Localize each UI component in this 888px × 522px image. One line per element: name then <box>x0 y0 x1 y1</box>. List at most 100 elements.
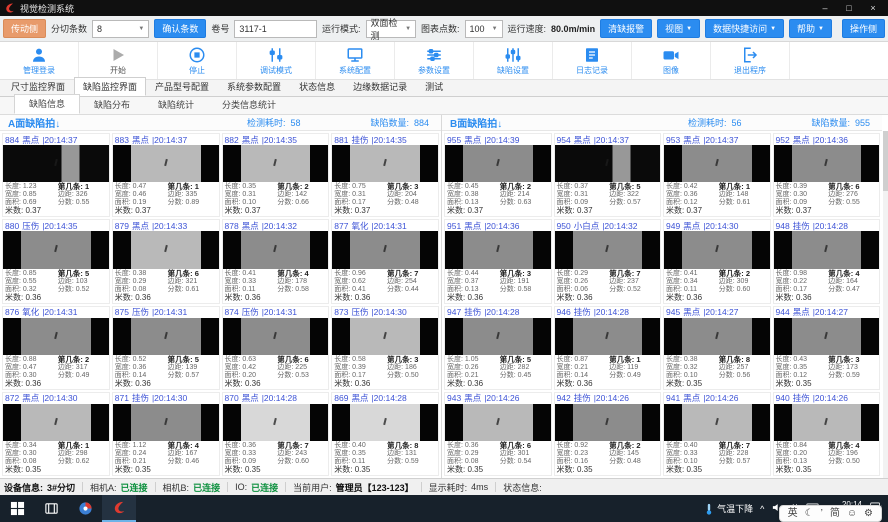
chart-points-select[interactable]: 100▼ <box>465 20 503 38</box>
defect-image[interactable] <box>664 404 770 441</box>
defect-image[interactable] <box>445 318 551 355</box>
defect-cell[interactable]: 871挂伤|20:14:30长度: 1.12宽度: 0.24面积: 0.21米数… <box>112 392 220 476</box>
defect-image[interactable] <box>774 404 880 441</box>
ime-item-4[interactable]: 简 <box>830 509 840 519</box>
vertical-scrollbar[interactable] <box>883 131 888 478</box>
main-tab-7[interactable]: 测试 <box>416 77 452 96</box>
defect-cell[interactable]: 947挂伤|20:14:28长度: 1.05宽度: 0.26面积: 0.21米数… <box>444 306 552 390</box>
defect-image[interactable] <box>774 231 880 268</box>
sub-tab-3[interactable]: 缺陷统计 <box>144 96 208 114</box>
maximize-button[interactable]: □ <box>838 1 860 15</box>
defect-image[interactable] <box>555 318 661 355</box>
defect-image[interactable] <box>332 231 438 268</box>
ime-item-3[interactable]: ’ <box>821 509 823 519</box>
toolbar-button-camera[interactable]: 图像 <box>632 42 711 79</box>
defect-image[interactable] <box>113 404 219 441</box>
defect-image[interactable] <box>223 145 329 182</box>
task-view-button[interactable] <box>34 495 68 522</box>
defect-image[interactable] <box>3 231 109 268</box>
ime-item-6[interactable]: ⚙ <box>864 509 873 519</box>
toolbar-button-play[interactable]: 开始 <box>79 42 158 79</box>
defect-cell[interactable]: 953黑点|20:14:37长度: 0.42宽度: 0.36面积: 0.12米数… <box>663 133 771 217</box>
toolbar-button-user[interactable]: 管理登录 <box>0 42 79 79</box>
confirm-count-button[interactable]: 确认条数 <box>154 19 206 38</box>
defect-image[interactable] <box>445 404 551 441</box>
sub-tab-1[interactable]: 缺陷信息 <box>14 94 80 114</box>
defect-cell[interactable]: 882黑点|20:14:35长度: 0.35宽度: 0.31面积: 0.10米数… <box>222 133 330 217</box>
defect-cell[interactable]: 877氧化|20:14:31长度: 0.96宽度: 0.62面积: 0.41米数… <box>331 219 439 303</box>
start-button[interactable] <box>0 495 34 522</box>
defect-image[interactable] <box>555 145 661 182</box>
toolbar-button-stop[interactable]: 停止 <box>158 42 237 79</box>
weather-widget[interactable]: 气温下降 <box>704 502 753 515</box>
defect-cell[interactable]: 879黑点|20:14:33长度: 0.38宽度: 0.29面积: 0.08米数… <box>112 219 220 303</box>
roll-no-input[interactable]: 3117-1 <box>234 20 317 38</box>
defect-image[interactable] <box>664 318 770 355</box>
defect-cell[interactable]: 951黑点|20:14:36长度: 0.44宽度: 0.37面积: 0.13米数… <box>444 219 552 303</box>
defect-cell[interactable]: 869黑点|20:14:28长度: 0.40宽度: 0.35面积: 0.11米数… <box>331 392 439 476</box>
drive-side-button[interactable]: 传动侧 <box>3 19 46 38</box>
defect-cell[interactable]: 954黑点|20:14:37长度: 0.37宽度: 0.31面积: 0.09米数… <box>554 133 662 217</box>
defect-cell[interactable]: 946挂伤|20:14:28长度: 0.87宽度: 0.21面积: 0.14米数… <box>554 306 662 390</box>
clear-alarm-button[interactable]: 清缺报警 <box>600 19 652 38</box>
defect-cell[interactable]: 883黑点|20:14:37长度: 0.47宽度: 0.46面积: 0.19米数… <box>112 133 220 217</box>
defect-cell[interactable]: 952黑点|20:14:36长度: 0.39宽度: 0.30面积: 0.09米数… <box>773 133 881 217</box>
defect-image[interactable] <box>664 231 770 268</box>
defect-image[interactable] <box>445 145 551 182</box>
main-tab-4[interactable]: 系统参数配置 <box>218 77 290 96</box>
defect-image[interactable] <box>774 145 880 182</box>
data-access-menu-button[interactable]: 数据快捷访问▼ <box>705 19 784 38</box>
tray-expand-caret[interactable]: ^ <box>760 504 764 514</box>
defect-image[interactable] <box>555 231 661 268</box>
defect-image[interactable] <box>3 404 109 441</box>
toolbar-button-monitor[interactable]: 系统配置 <box>316 42 395 79</box>
ime-item-1[interactable]: 英 <box>788 509 798 519</box>
defect-image[interactable] <box>223 404 329 441</box>
defect-cell[interactable]: 878黑点|20:14:32长度: 0.41宽度: 0.33面积: 0.11米数… <box>222 219 330 303</box>
toolbar-button-exit[interactable]: 退出程序 <box>711 42 790 79</box>
defect-image[interactable] <box>3 318 109 355</box>
toolbar-button-log[interactable]: 日志记录 <box>553 42 632 79</box>
main-tab-6[interactable]: 边缘数据记录 <box>344 77 416 96</box>
defect-image[interactable] <box>774 318 880 355</box>
defect-cell[interactable]: 943黑点|20:14:26长度: 0.36宽度: 0.29面积: 0.08米数… <box>444 392 552 476</box>
defect-image[interactable] <box>445 231 551 268</box>
defect-image[interactable] <box>113 145 219 182</box>
main-tab-5[interactable]: 状态信息 <box>290 77 344 96</box>
run-mode-select[interactable]: 双面检测▼ <box>366 20 417 38</box>
toolbar-button-debug-sliders[interactable]: 调试模式 <box>237 42 316 79</box>
defect-image[interactable] <box>664 145 770 182</box>
defect-cell[interactable]: 941黑点|20:14:26长度: 0.40宽度: 0.33面积: 0.10米数… <box>663 392 771 476</box>
defect-cell[interactable]: 948挂伤|20:14:28长度: 0.98宽度: 0.22面积: 0.17米数… <box>773 219 881 303</box>
defect-cell[interactable]: 880压伤|20:14:35长度: 0.85宽度: 0.55面积: 0.32米数… <box>2 219 110 303</box>
defect-image[interactable] <box>113 318 219 355</box>
main-tab-3[interactable]: 产品型号配置 <box>146 77 218 96</box>
ime-item-2[interactable]: ☾ <box>805 509 814 519</box>
defect-image[interactable] <box>223 231 329 268</box>
defect-image[interactable] <box>332 318 438 355</box>
defect-cell[interactable]: 945黑点|20:14:27长度: 0.38宽度: 0.32面积: 0.10米数… <box>663 306 771 390</box>
defect-image[interactable] <box>555 404 661 441</box>
defect-image[interactable] <box>3 145 109 182</box>
help-menu-button[interactable]: 帮助▼ <box>789 19 832 38</box>
minimize-button[interactable]: – <box>814 1 836 15</box>
defect-cell[interactable]: 870黑点|20:14:28长度: 0.36宽度: 0.33面积: 0.09米数… <box>222 392 330 476</box>
defect-image[interactable] <box>113 231 219 268</box>
defect-image[interactable] <box>223 318 329 355</box>
panel-title[interactable]: A面缺陷拍↓ <box>8 115 247 130</box>
defect-cell[interactable]: 942挂伤|20:14:26长度: 0.92宽度: 0.23面积: 0.16米数… <box>554 392 662 476</box>
sub-tab-2[interactable]: 缺陷分布 <box>80 96 144 114</box>
defect-cell[interactable]: 884黑点|20:14:37长度: 1.23宽度: 0.85面积: 0.69米数… <box>2 133 110 217</box>
toolbar-button-defect-sliders[interactable]: 缺陷设置 <box>474 42 553 79</box>
defect-image[interactable] <box>332 145 438 182</box>
main-tab-2[interactable]: 缺陷监控界面 <box>74 77 146 96</box>
defect-cell[interactable]: 875压伤|20:14:31长度: 0.52宽度: 0.36面积: 0.14米数… <box>112 306 220 390</box>
close-button[interactable]: × <box>862 1 884 15</box>
ime-item-5[interactable]: ☺ <box>847 509 857 519</box>
defect-cell[interactable]: 873压伤|20:14:30长度: 0.58宽度: 0.39面积: 0.17米数… <box>331 306 439 390</box>
defect-cell[interactable]: 872黑点|20:14:30长度: 0.34宽度: 0.30面积: 0.08米数… <box>2 392 110 476</box>
toolbar-button-params-sliders[interactable]: 参数设置 <box>395 42 474 79</box>
defect-cell[interactable]: 881挂伤|20:14:35长度: 0.75宽度: 0.31面积: 0.17米数… <box>331 133 439 217</box>
sub-tab-4[interactable]: 分类信息统计 <box>208 96 290 114</box>
defect-cell[interactable]: 944黑点|20:14:27长度: 0.43宽度: 0.35面积: 0.12米数… <box>773 306 881 390</box>
